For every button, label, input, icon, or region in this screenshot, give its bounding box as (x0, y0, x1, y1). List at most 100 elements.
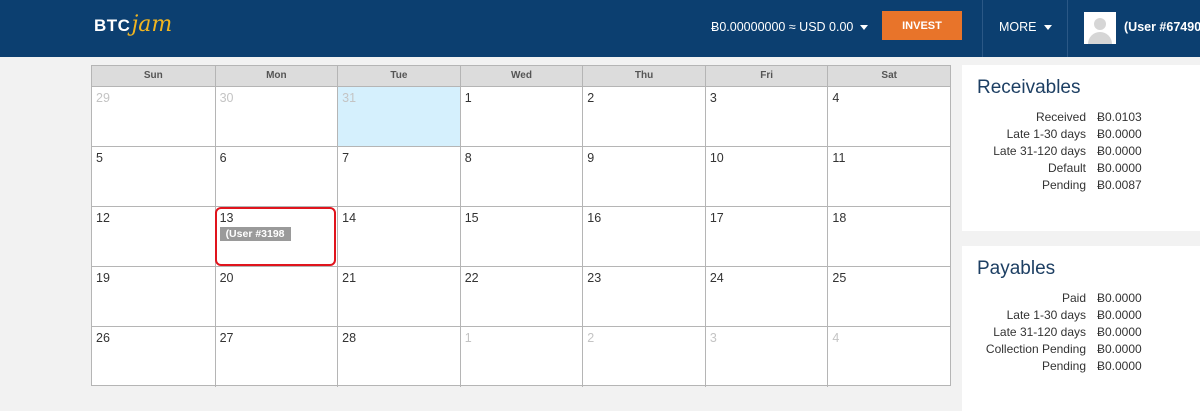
calendar-day-cell[interactable]: 19 (92, 267, 215, 327)
day-number: 21 (342, 271, 357, 285)
payables-row: Paid Ƀ0.0000 (962, 290, 1200, 307)
row-value: Ƀ0.0103 (1097, 110, 1142, 124)
calendar-day-cell[interactable]: 20 (214, 267, 338, 327)
receivables-row: Late 31-120 days Ƀ0.0000 (962, 143, 1200, 160)
row-label: Late 31-120 days (993, 325, 1086, 339)
caret-down-icon (1043, 24, 1052, 30)
row-value: Ƀ0.0000 (1097, 161, 1142, 175)
calendar-weekday-header: Sun Mon Tue Wed Thu Fri Sat (92, 66, 950, 87)
day-number: 23 (587, 271, 602, 285)
day-number: 1 (464, 331, 472, 345)
nav-divider (1067, 0, 1068, 57)
calendar-day-cell[interactable]: 2 (582, 327, 705, 387)
calendar-day-cell[interactable]: 7 (337, 147, 460, 207)
day-number: 6 (219, 151, 227, 165)
row-label: Collection Pending (985, 342, 1086, 356)
calendar-day-cell[interactable]: 5 (92, 147, 215, 207)
day-number: 14 (342, 211, 357, 225)
calendar-day-cell[interactable]: 13 (User #3198 (214, 207, 338, 267)
payables-list: Paid Ƀ0.0000 Late 1-30 days Ƀ0.0000 Late 31-… (962, 290, 1200, 375)
payables-row: Late 1-30 days Ƀ0.0000 (962, 307, 1200, 324)
weekday-label: Tue (337, 66, 460, 86)
nav-divider (982, 0, 983, 57)
day-number: 9 (587, 151, 595, 165)
calendar-day-cell[interactable]: 1 (459, 327, 583, 387)
calendar-day-cell[interactable]: 12 (92, 207, 215, 267)
day-number: 10 (709, 151, 724, 165)
calendar-day-cell[interactable]: 16 (582, 207, 705, 267)
day-number: 31 (342, 91, 357, 105)
row-value: Ƀ0.0000 (1097, 325, 1142, 339)
day-number: 2 (587, 91, 595, 105)
receivables-list: Received Ƀ0.0103 Late 1-30 days Ƀ0.0000 Late… (962, 109, 1200, 194)
balance-dropdown[interactable]: Ƀ0.00000000 ≈ USD 0.00 (711, 20, 869, 34)
calendar-day-cell[interactable]: 30 (214, 87, 338, 147)
row-label: Late 1-30 days (1006, 127, 1086, 141)
calendar-day-cell[interactable]: 24 (704, 267, 828, 327)
calendar-day-cell[interactable]: 3 (704, 327, 828, 387)
calendar-day-cell[interactable]: 2 (582, 87, 705, 147)
calendar-day-cell[interactable]: 17 (704, 207, 828, 267)
calendar-day-cell[interactable]: 27 (214, 327, 338, 387)
calendar-day-cell[interactable]: 10 (704, 147, 828, 207)
receivables-panel: Receivables Received Ƀ0.0103 Late 1-30 day… (962, 65, 1200, 231)
row-value: Ƀ0.0087 (1097, 178, 1142, 192)
calendar-day-cell[interactable]: 6 (214, 147, 338, 207)
day-number: 1 (464, 91, 472, 105)
calendar-day-cell[interactable]: 21 (337, 267, 460, 327)
calendar-day-cell[interactable]: 23 (582, 267, 705, 327)
weekday-label: Thu (582, 66, 705, 86)
calendar-day-cell[interactable]: 25 (827, 267, 950, 327)
more-dropdown[interactable]: MORE (999, 20, 1052, 34)
calendar-day-cell[interactable]: 1 (459, 87, 583, 147)
more-label: MORE (999, 20, 1037, 34)
receivables-row: Pending Ƀ0.0087 (962, 177, 1200, 194)
day-number: 17 (709, 211, 724, 225)
calendar-day-cell[interactable]: 4 (827, 327, 950, 387)
calendar-grid: 29 30 31 1 2 3 4 5 6 7 8 9 10 11 12 13 (User #3198 14 15 16… (92, 87, 950, 387)
day-number: 4 (832, 91, 840, 105)
day-number: 5 (96, 151, 103, 165)
row-value: Ƀ0.0000 (1097, 144, 1142, 158)
btcjam-logo[interactable]: BTC jam (94, 12, 172, 42)
row-label: Received (1035, 110, 1086, 124)
receivables-row: Received Ƀ0.0103 (962, 109, 1200, 126)
day-number: 16 (587, 211, 602, 225)
caret-down-icon (860, 24, 869, 30)
calendar-day-cell[interactable]: 18 (827, 207, 950, 267)
calendar-day-cell[interactable]: 14 (337, 207, 460, 267)
day-number: 30 (219, 91, 234, 105)
day-number: 2 (587, 331, 595, 345)
row-label: Pending (1041, 178, 1086, 192)
row-value: Ƀ0.0000 (1097, 127, 1142, 141)
calendar-day-cell[interactable]: 29 (92, 87, 215, 147)
calendar-day-cell[interactable]: 31 (337, 87, 460, 147)
invest-button[interactable]: INVEST (882, 11, 962, 40)
calendar-day-cell[interactable]: 15 (459, 207, 583, 267)
calendar-day-cell[interactable]: 4 (827, 87, 950, 147)
avatar-head (1094, 18, 1106, 30)
receivables-row: Default Ƀ0.0000 (962, 160, 1200, 177)
calendar-day-cell[interactable]: 9 (582, 147, 705, 207)
row-label: Default (1047, 161, 1086, 175)
payment-calendar: Sun Mon Tue Wed Thu Fri Sat 29 30 31 1 2 3 4 5 6 7 8 9 10 1… (91, 65, 951, 387)
day-number: 24 (709, 271, 724, 285)
calendar-day-cell[interactable]: 22 (459, 267, 583, 327)
calendar-day-cell[interactable]: 11 (827, 147, 950, 207)
avatar-icon[interactable] (1084, 12, 1116, 44)
day-number: 27 (219, 331, 234, 345)
weekday-label: Mon (214, 66, 338, 86)
calendar-day-cell[interactable]: 8 (459, 147, 583, 207)
day-number: 3 (709, 331, 717, 345)
calendar-day-cell[interactable]: 3 (704, 87, 828, 147)
user-menu-label[interactable]: (User #674902 (1124, 20, 1200, 34)
day-number: 12 (96, 211, 110, 225)
day-number: 4 (832, 331, 840, 345)
logo-btc-text: BTC (94, 16, 131, 35)
calendar-day-cell[interactable]: 28 (337, 327, 460, 387)
day-number: 11 (832, 151, 846, 165)
row-label: Pending (1041, 359, 1086, 373)
calendar-day-cell[interactable]: 26 (92, 327, 215, 387)
day-number: 28 (342, 331, 357, 345)
calendar-event[interactable]: (User #3198 (219, 227, 291, 241)
